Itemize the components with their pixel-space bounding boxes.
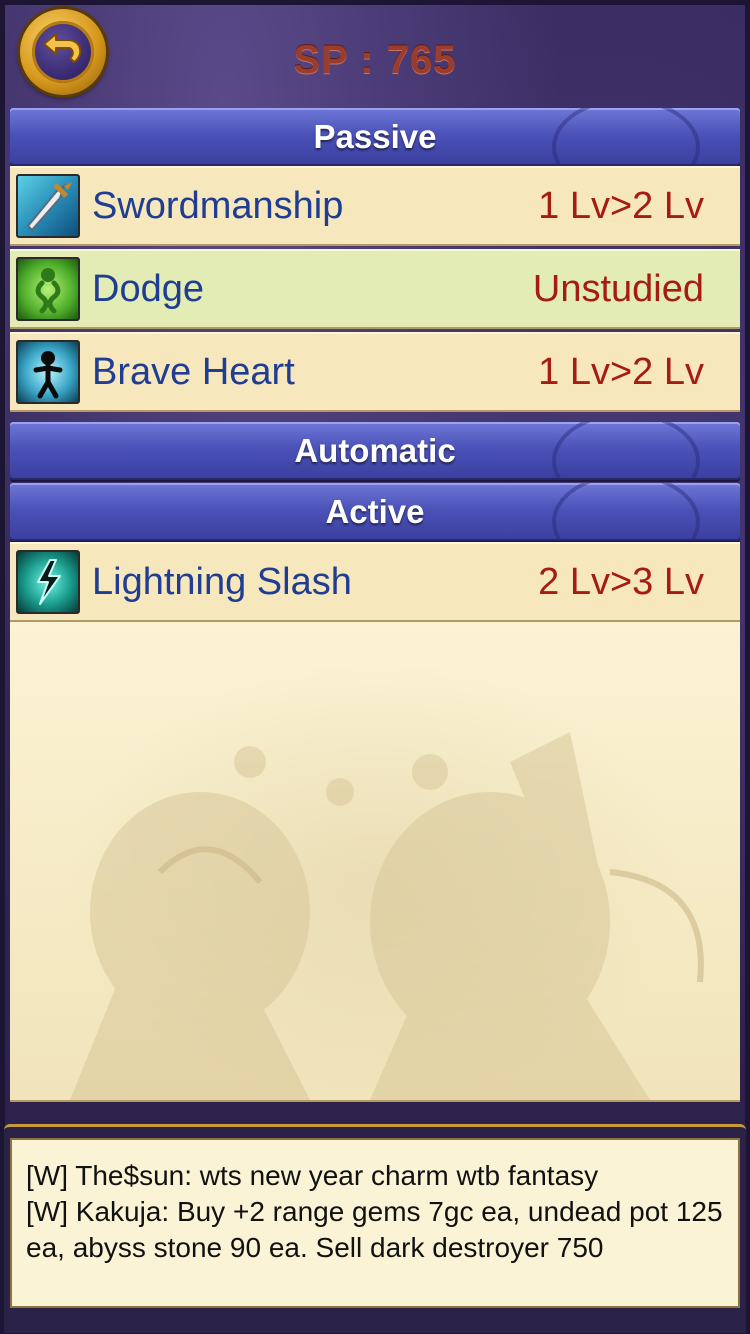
section-title: Active <box>325 493 425 530</box>
section-header-automatic: Automatic <box>10 422 740 480</box>
lightning-icon <box>16 550 80 614</box>
skill-name: Dodge <box>92 267 204 310</box>
section-title: Passive <box>313 118 437 155</box>
dodge-icon <box>16 257 80 321</box>
faded-artwork-illustration <box>70 732 704 1100</box>
brave-heart-icon <box>16 340 80 404</box>
skill-level: 1 Lv>2 Lv <box>538 184 704 227</box>
skill-level: 1 Lv>2 Lv <box>538 350 704 393</box>
chat-log[interactable]: [W] The$sun: wts new year charm wtb fant… <box>10 1138 740 1308</box>
skill-list-empty-area <box>10 622 740 1102</box>
skill-name: Brave Heart <box>92 350 295 393</box>
skill-row-lightning-slash[interactable]: Lightning Slash 2 Lv>3 Lv <box>10 542 740 622</box>
skill-name: Swordmanship <box>92 184 344 227</box>
skill-level: 2 Lv>3 Lv <box>538 560 704 603</box>
skill-name: Lightning Slash <box>92 560 352 603</box>
skill-row-dodge[interactable]: Dodge Unstudied <box>10 249 740 329</box>
skill-row-brave-heart[interactable]: Brave Heart 1 Lv>2 Lv <box>10 332 740 412</box>
chat-message: [W] Kakuja: Buy +2 range gems 7gc ea, un… <box>26 1196 723 1263</box>
skill-level: Unstudied <box>532 267 704 310</box>
section-header-passive: Passive <box>10 108 740 166</box>
section-header-active: Active <box>10 483 740 541</box>
sword-icon <box>16 174 80 238</box>
chat-message: [W] The$sun: wts new year charm wtb fant… <box>26 1160 599 1191</box>
sp-points-label: SP : 765 <box>293 38 457 82</box>
skill-row-swordmanship[interactable]: Swordmanship 1 Lv>2 Lv <box>10 166 740 246</box>
section-title: Automatic <box>294 432 456 469</box>
